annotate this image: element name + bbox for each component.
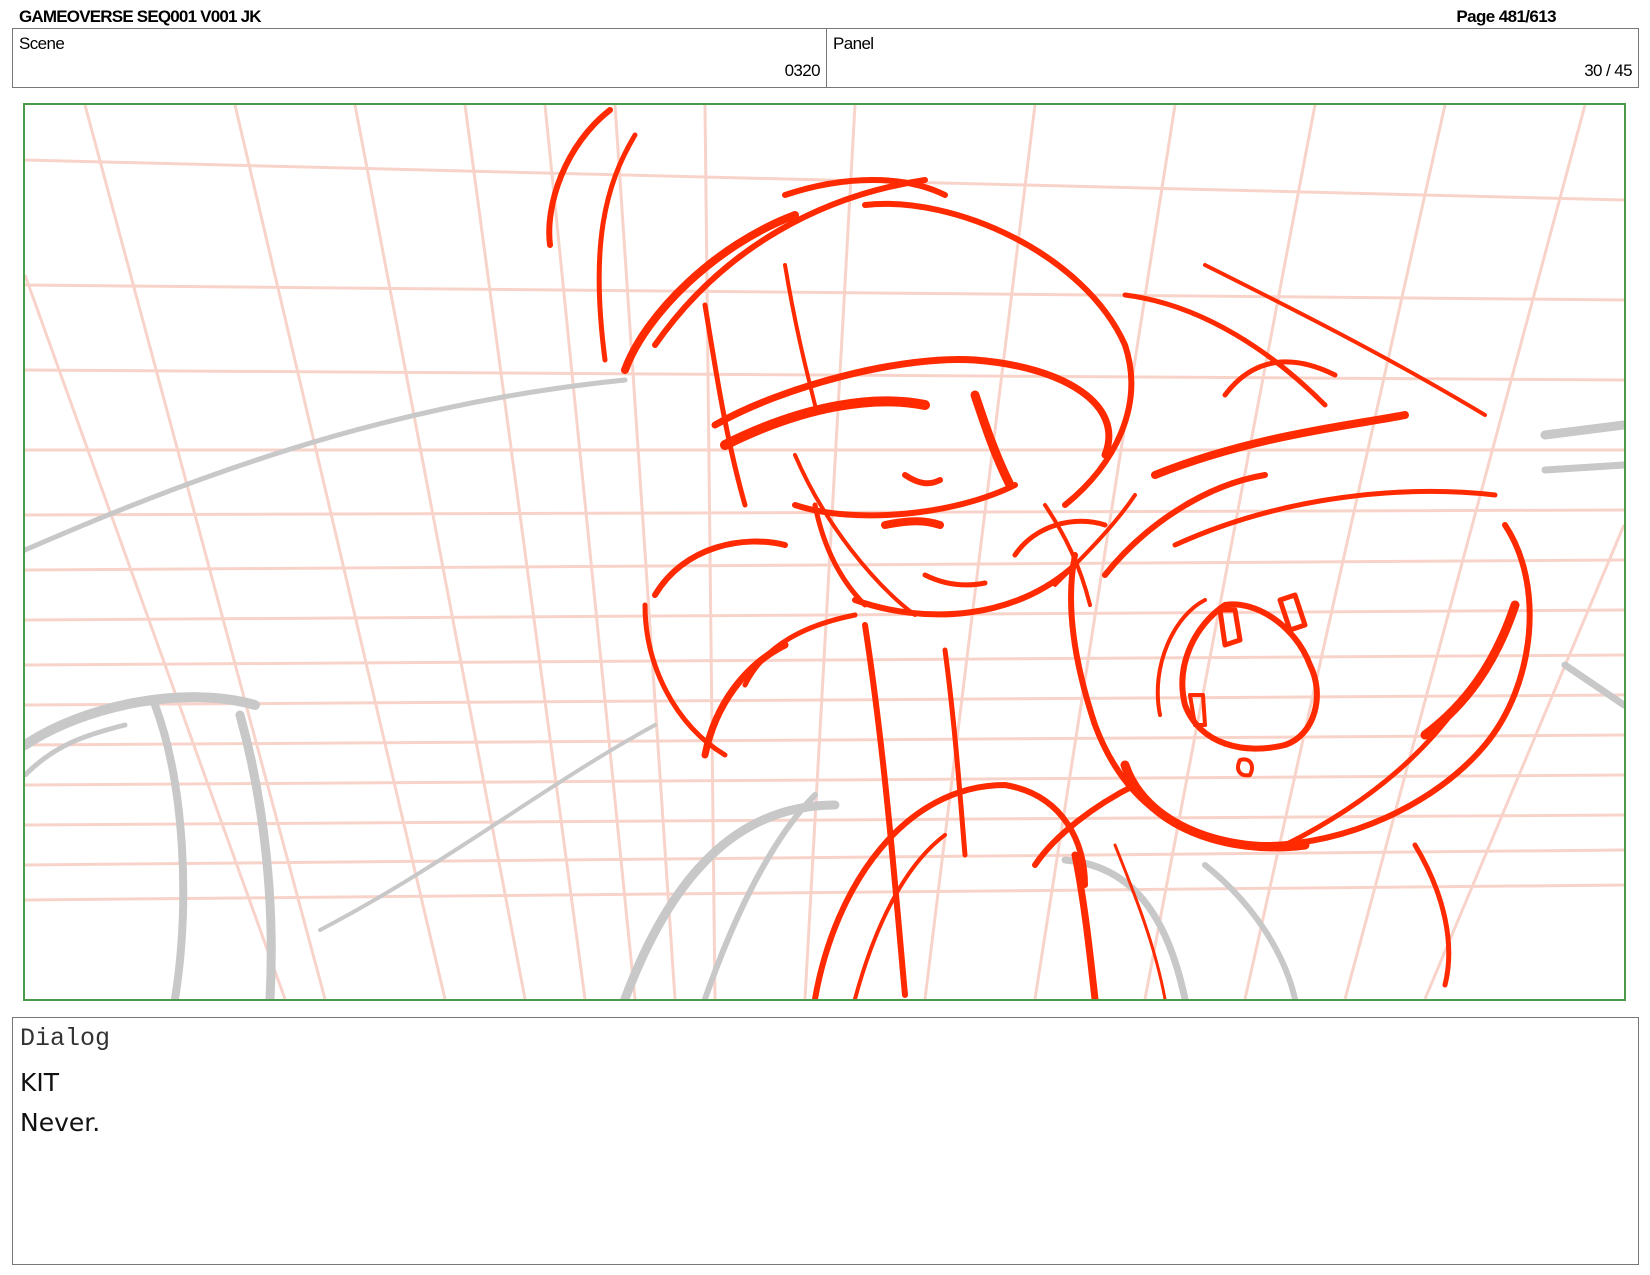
dialog-label: Dialog [20, 1024, 111, 1053]
panel-label: Panel [833, 34, 874, 53]
scene-panel-header: Scene 0320 Panel 30 / 45 [12, 28, 1639, 88]
storyboard-title: GAMEOVERSE SEQ001 V001 JK [19, 7, 262, 26]
scene-cell: Scene 0320 [13, 29, 827, 87]
scene-label: Scene [19, 34, 65, 53]
page-number: Page 481/613 [1456, 7, 1556, 26]
rough-background-lines [25, 377, 1624, 999]
sketch-drawing [25, 105, 1624, 999]
dialog-text: Never. [20, 1108, 101, 1137]
dialog-speaker: KIT [20, 1068, 60, 1097]
scene-number: 0320 [784, 61, 821, 80]
dialog-box: Dialog KIT Never. [12, 1017, 1639, 1265]
panel-number: 30 / 45 [1584, 61, 1632, 80]
panel-cell: Panel 30 / 45 [827, 29, 1638, 87]
storyboard-panel-image [23, 103, 1626, 1001]
